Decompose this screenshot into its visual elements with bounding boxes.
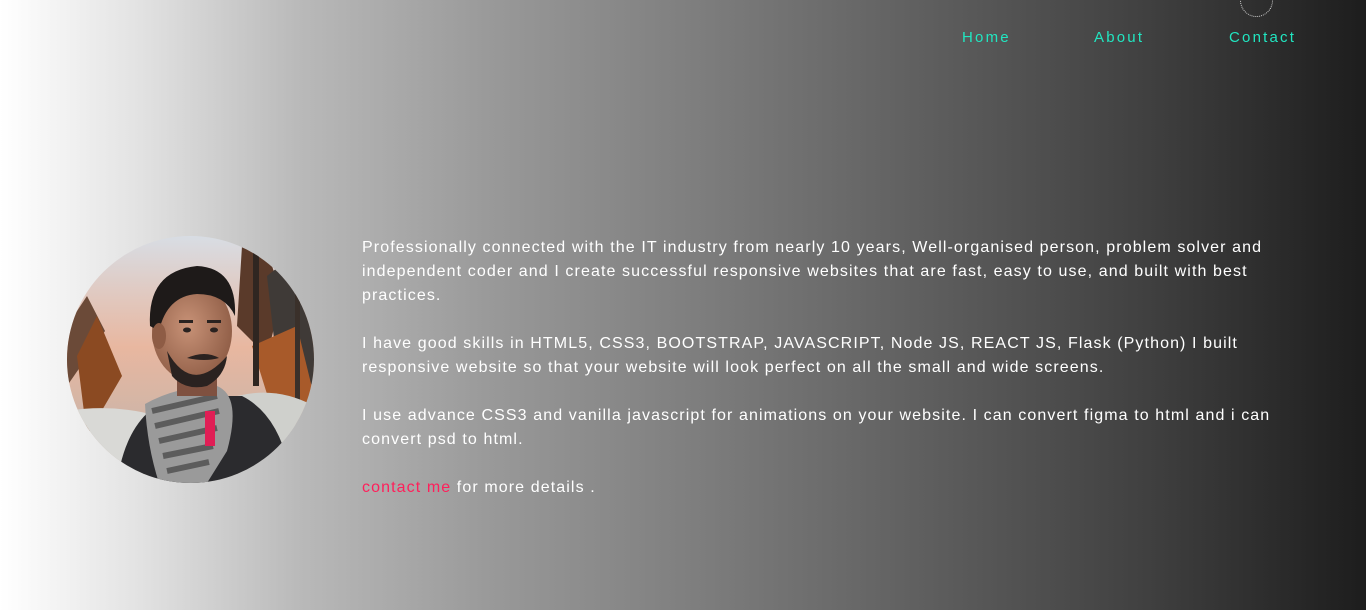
- about-paragraph-animations: I use advance CSS3 and vanilla javascrip…: [362, 407, 1271, 448]
- nav-home-link[interactable]: Home: [962, 29, 1011, 47]
- profile-photo: [67, 236, 314, 483]
- about-paragraph-experience: Professionally connected with the IT ind…: [362, 239, 1263, 304]
- contact-line: contact me for more details .: [362, 476, 1302, 500]
- nav-contact-link[interactable]: Contact: [1229, 29, 1296, 47]
- contact-suffix-text: for more details .: [451, 479, 596, 496]
- nav-about-link[interactable]: About: [1094, 29, 1144, 47]
- top-nav: Home About Contact: [0, 29, 1366, 49]
- profile-photo-illustration: [67, 236, 314, 483]
- about-section: Professionally connected with the IT ind…: [362, 236, 1302, 524]
- decorative-ring: [1240, 0, 1273, 17]
- contact-me-link[interactable]: contact me: [362, 479, 451, 496]
- about-paragraph-skills: I have good skills in HTML5, CSS3, BOOTS…: [362, 335, 1238, 376]
